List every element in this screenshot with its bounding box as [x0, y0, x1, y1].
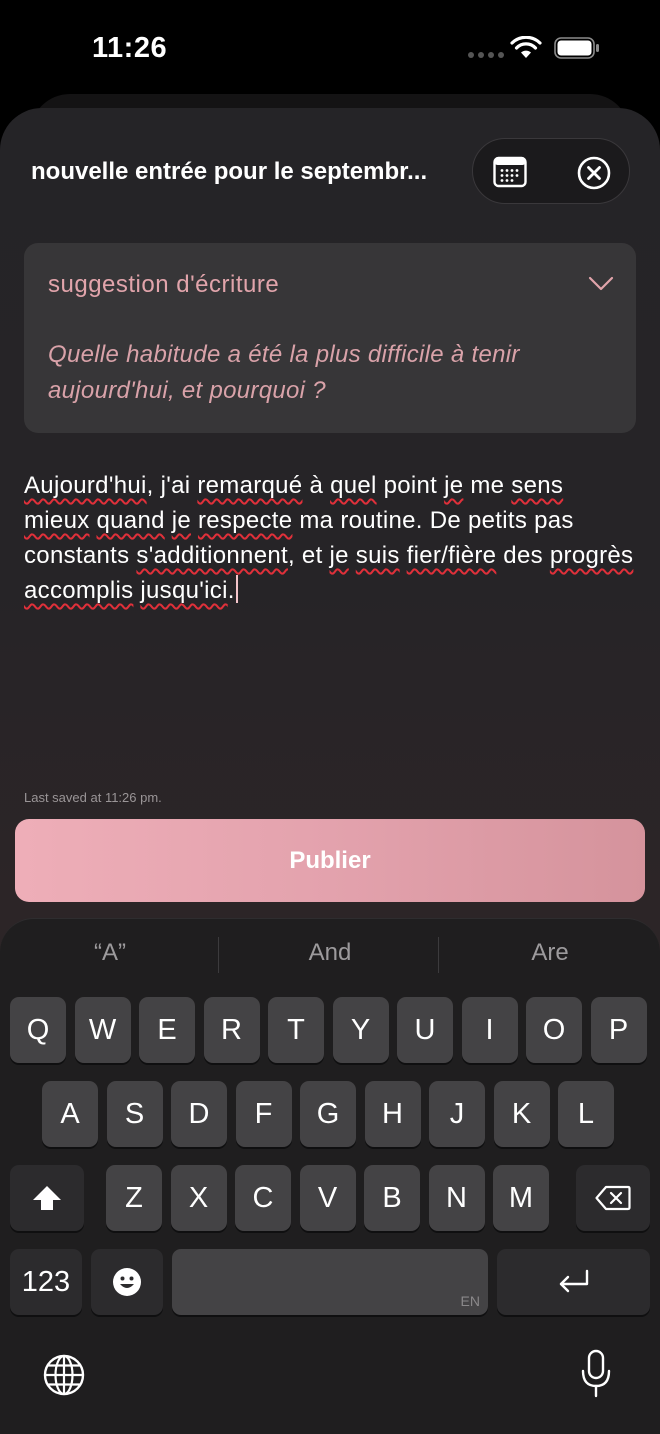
entry-text-area[interactable]: Aujourd'hui, j'ai remarqué à quel point … [24, 468, 634, 608]
entry-word: remarqué [197, 472, 303, 499]
suggestion-prompt: Quelle habitude a été la plus difficile … [48, 341, 520, 404]
battery-icon [554, 37, 599, 59]
prediction-1[interactable]: “A” [10, 939, 210, 967]
key-t[interactable]: T [268, 997, 324, 1063]
entry-word: jusqu'ici [140, 577, 228, 604]
key-v[interactable]: V [299, 1165, 356, 1231]
space-key[interactable]: EN [172, 1249, 488, 1315]
prediction-2[interactable]: And [230, 939, 430, 967]
microphone-icon[interactable] [580, 1349, 612, 1399]
key-g[interactable]: G [300, 1081, 356, 1147]
status-bar: 11:26 [0, 0, 660, 96]
key-r[interactable]: R [203, 997, 260, 1063]
page-title: nouvelle entrée pour le septembr... [31, 158, 428, 185]
keyboard-suggestions-bar: “A” And Are [0, 919, 660, 991]
suggestion-label: suggestion d'écriture [48, 271, 280, 298]
key-f[interactable]: F [235, 1081, 292, 1147]
entry-word: point [383, 472, 438, 499]
shift-key[interactable] [10, 1165, 84, 1231]
entry-word: quand [96, 507, 165, 534]
key-z[interactable]: Z [106, 1165, 162, 1231]
key-s[interactable]: S [106, 1081, 163, 1147]
key-o[interactable]: O [526, 997, 582, 1063]
entry-word: et [301, 542, 323, 569]
key-y[interactable]: Y [332, 997, 389, 1063]
entry-word: De [429, 507, 462, 534]
entry-word: progrès [549, 542, 634, 569]
key-i[interactable]: I [461, 997, 518, 1063]
header-actions [472, 138, 630, 204]
key-b[interactable]: B [364, 1165, 420, 1231]
key-e[interactable]: E [139, 997, 195, 1063]
key-w[interactable]: W [74, 997, 131, 1063]
entry-word: je [171, 507, 191, 534]
entry-word: ma [299, 507, 334, 534]
entry-word: je [329, 542, 349, 569]
space-language-label: EN [460, 1293, 480, 1309]
globe-icon[interactable] [42, 1353, 86, 1397]
entry-word: Aujourd'hui [24, 472, 147, 499]
entry-word: petits [467, 507, 528, 534]
entry-word: sens [511, 472, 564, 499]
close-icon[interactable] [577, 156, 611, 190]
key-n[interactable]: N [428, 1165, 485, 1231]
entry-word: suis [355, 542, 400, 569]
key-u[interactable]: U [397, 997, 453, 1063]
entry-word: s'additionnent [136, 542, 288, 569]
key-p[interactable]: P [590, 997, 647, 1063]
entry-word: fier/fière [406, 542, 497, 569]
entry-word: des [503, 542, 543, 569]
entry-word: quel [330, 472, 377, 499]
entry-word: constants [24, 542, 130, 569]
prediction-divider [438, 937, 439, 973]
entry-word: j'ai [160, 472, 191, 499]
wifi-icon [510, 36, 542, 58]
key-d[interactable]: D [171, 1081, 227, 1147]
keyboard: “A” And Are 123 EN Q W E R T Y U I O P A… [0, 918, 660, 1434]
entry-word: pas [534, 507, 574, 534]
key-h[interactable]: H [364, 1081, 421, 1147]
text-cursor [235, 575, 238, 603]
chevron-down-icon[interactable] [588, 275, 614, 293]
numbers-key[interactable]: 123 [10, 1249, 82, 1315]
emoji-key[interactable] [91, 1249, 163, 1315]
calendar-icon[interactable] [493, 156, 527, 188]
prediction-3[interactable]: Are [450, 939, 650, 967]
last-saved-status: Last saved at 11:26 pm. [24, 790, 162, 805]
publish-button[interactable]: Publier [15, 819, 645, 902]
status-time: 11:26 [92, 32, 168, 64]
key-a[interactable]: A [42, 1081, 98, 1147]
shift-icon [33, 1186, 61, 1210]
key-c[interactable]: C [235, 1165, 291, 1231]
emoji-icon [113, 1268, 141, 1296]
delete-key[interactable] [576, 1165, 650, 1231]
cellular-signal-icon [468, 52, 504, 58]
return-icon [559, 1269, 588, 1293]
entry-word: mieux [24, 507, 90, 534]
key-x[interactable]: X [170, 1165, 227, 1231]
backspace-icon [595, 1185, 631, 1211]
entry-word: me [470, 472, 505, 499]
return-key[interactable] [497, 1249, 650, 1315]
entry-word: je [444, 472, 464, 499]
entry-word: accomplis [24, 577, 134, 604]
key-l[interactable]: L [558, 1081, 614, 1147]
writing-suggestion-card[interactable]: suggestion d'écriture Quelle habitude a … [24, 243, 636, 433]
key-q[interactable]: Q [10, 997, 66, 1063]
key-m[interactable]: M [493, 1165, 549, 1231]
screen: 11:26 nouvelle entrée pour le septembr..… [0, 0, 660, 1434]
entry-word: routine [340, 507, 416, 534]
entry-word: respecte [197, 507, 293, 534]
key-k[interactable]: K [493, 1081, 550, 1147]
entry-word: à [309, 472, 324, 499]
key-j[interactable]: J [429, 1081, 485, 1147]
prediction-divider [218, 937, 219, 973]
